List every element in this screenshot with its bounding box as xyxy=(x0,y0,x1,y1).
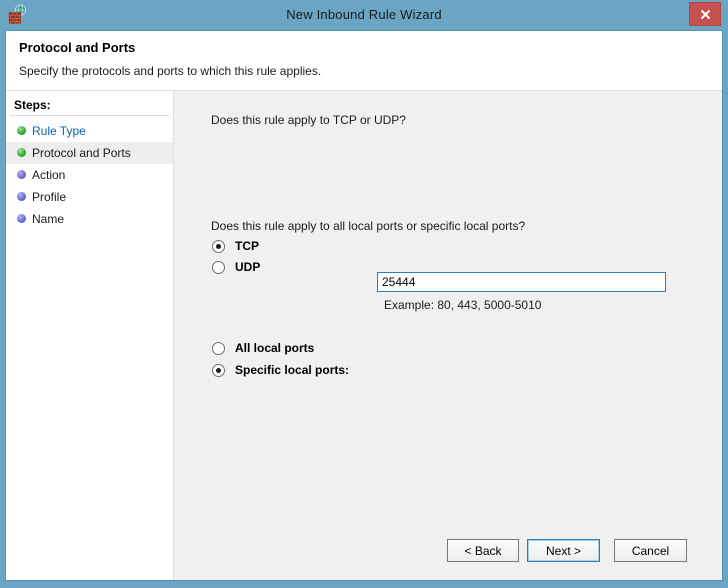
step-visited-icon xyxy=(17,126,26,135)
radio-all-local-ports[interactable]: All local ports xyxy=(212,340,314,356)
close-icon xyxy=(700,9,711,20)
sidebar-item-label: Rule Type xyxy=(32,124,86,138)
steps-sidebar: Steps: Rule Type Protocol and Ports Acti… xyxy=(6,91,174,580)
sidebar-item-label: Name xyxy=(32,212,64,226)
protocol-question: Does this rule apply to TCP or UDP? xyxy=(211,113,406,127)
radio-button-icon xyxy=(212,364,225,377)
step-current-icon xyxy=(17,148,26,157)
radio-button-icon xyxy=(212,240,225,253)
step-upcoming-icon xyxy=(17,214,26,223)
step-upcoming-icon xyxy=(17,192,26,201)
sidebar-item-profile[interactable]: Profile xyxy=(6,186,173,208)
window-title: New Inbound Rule Wizard xyxy=(0,7,728,22)
radio-all-ports-label: All local ports xyxy=(235,341,314,355)
dialog-frame: Protocol and Ports Specify the protocols… xyxy=(6,31,722,580)
back-button[interactable]: < Back xyxy=(447,539,519,562)
radio-tcp[interactable]: TCP xyxy=(212,238,259,254)
radio-button-icon xyxy=(212,342,225,355)
ports-example-text: Example: 80, 443, 5000-5010 xyxy=(384,298,541,312)
sidebar-item-rule-type[interactable]: Rule Type xyxy=(6,120,173,142)
wizard-body: Steps: Rule Type Protocol and Ports Acti… xyxy=(6,91,722,580)
close-button[interactable] xyxy=(689,2,721,26)
page-title: Protocol and Ports xyxy=(19,40,135,55)
radio-specific-local-ports[interactable]: Specific local ports: xyxy=(212,362,349,378)
specific-ports-input[interactable] xyxy=(377,272,666,292)
steps-divider xyxy=(10,115,169,116)
step-upcoming-icon xyxy=(17,170,26,179)
sidebar-item-action[interactable]: Action xyxy=(6,164,173,186)
radio-specific-ports-label: Specific local ports: xyxy=(235,363,349,377)
page-subtitle: Specify the protocols and ports to which… xyxy=(19,64,321,78)
ports-question: Does this rule apply to all local ports … xyxy=(211,219,525,233)
radio-udp[interactable]: UDP xyxy=(212,259,260,275)
steps-heading: Steps: xyxy=(14,98,51,112)
radio-udp-label: UDP xyxy=(235,260,260,274)
sidebar-item-label: Protocol and Ports xyxy=(32,146,131,160)
wizard-content: Does this rule apply to TCP or UDP? TCP … xyxy=(174,91,722,580)
radio-tcp-label: TCP xyxy=(235,239,259,253)
sidebar-item-protocol-and-ports[interactable]: Protocol and Ports xyxy=(6,142,173,164)
sidebar-item-name[interactable]: Name xyxy=(6,208,173,230)
cancel-button[interactable]: Cancel xyxy=(614,539,687,562)
wizard-header: Protocol and Ports Specify the protocols… xyxy=(6,31,722,91)
sidebar-item-label: Action xyxy=(32,168,65,182)
titlebar[interactable]: New Inbound Rule Wizard xyxy=(0,0,728,31)
next-button[interactable]: Next > xyxy=(527,539,600,562)
radio-button-icon xyxy=(212,261,225,274)
sidebar-item-label: Profile xyxy=(32,190,66,204)
